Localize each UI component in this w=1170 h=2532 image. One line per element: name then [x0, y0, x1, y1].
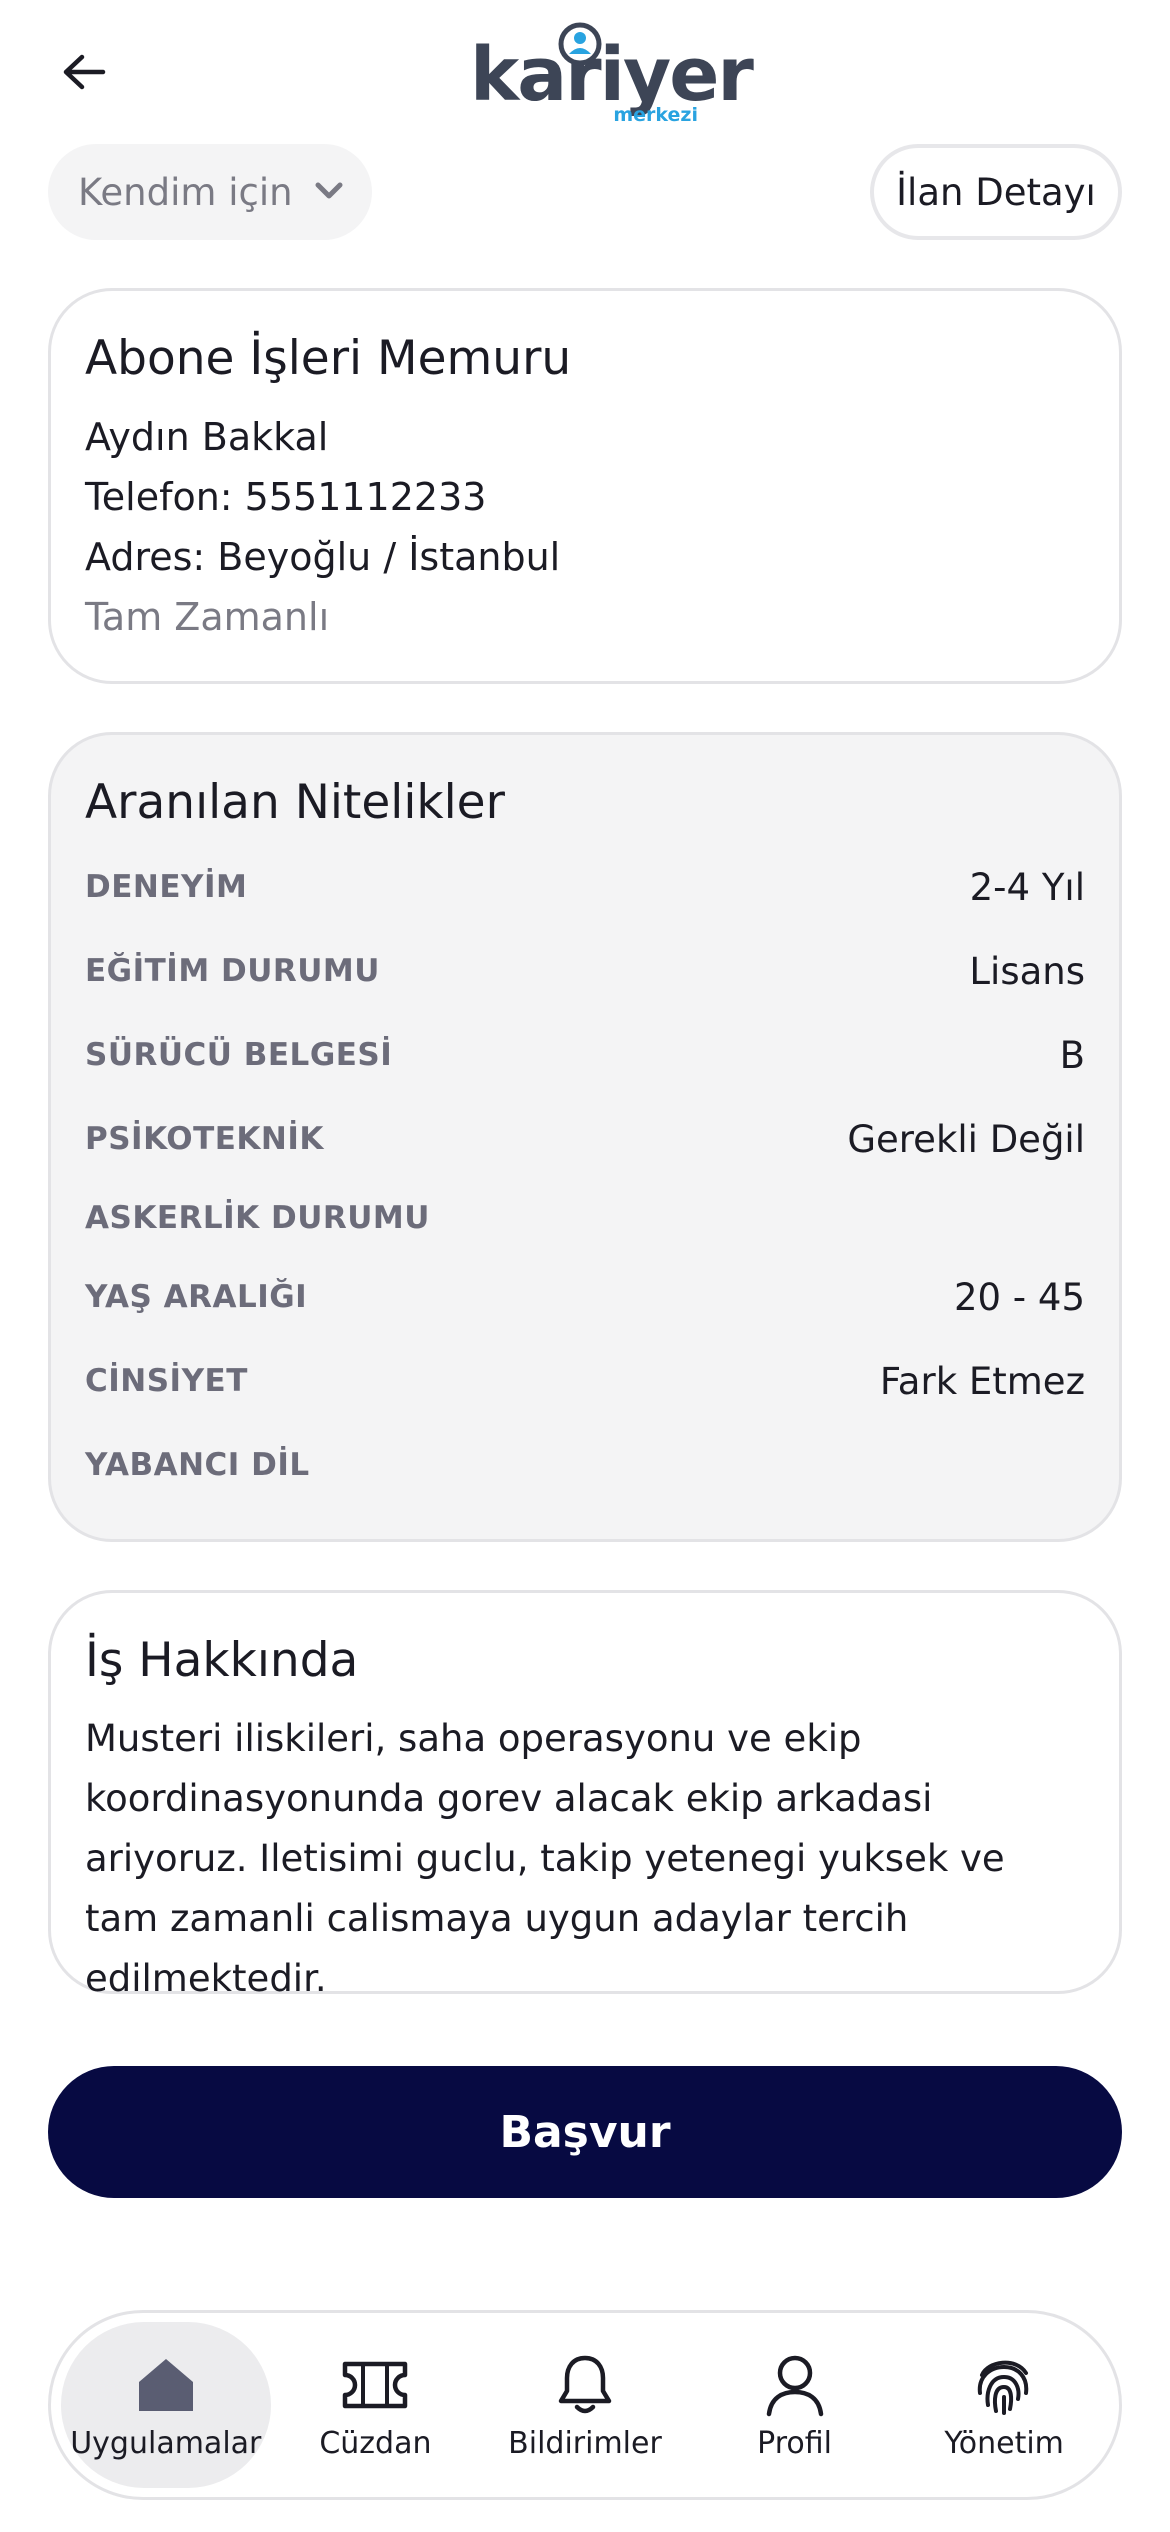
job-detail-button[interactable]: İlan Detayı — [870, 144, 1122, 240]
logo-person-icon — [558, 22, 602, 66]
employment-type: Tam Zamanlı — [85, 595, 330, 640]
requirements-title: Aranılan Nitelikler — [85, 775, 505, 830]
company-address: Adres: Beyoğlu / İstanbul — [85, 535, 561, 580]
user-icon — [766, 2355, 823, 2416]
nav-label: Yönetim — [944, 2425, 1064, 2461]
job-detail-screen: kariyer merkezi Kendim için İlan Detayı … — [0, 0, 1170, 2532]
requirement-row-age-range: YAŞ ARALIĞI 20 - 45 — [85, 1255, 1085, 1339]
ticket-icon — [343, 2361, 408, 2408]
nav-item-notifications[interactable]: Bildirimler — [480, 2322, 690, 2488]
requirement-label: DENEYİM — [85, 869, 248, 906]
requirement-value: 2-4 Yıl — [969, 865, 1085, 909]
nav-item-apps[interactable]: Uygulamalar — [61, 2322, 271, 2488]
about-description: Musteri iliskileri, saha operasyonu ve e… — [85, 1717, 1005, 2001]
requirement-row-education: EĞİTİM DURUMU Lisans — [85, 929, 1085, 1013]
logo-subtitle: merkezi — [613, 104, 698, 126]
requirement-value: Lisans — [969, 949, 1085, 993]
nav-item-profile[interactable]: Profil — [690, 2322, 900, 2488]
requirement-row-driving-license: SÜRÜCÜ BELGESİ B — [85, 1013, 1085, 1097]
arrow-left-icon — [63, 54, 106, 90]
logo-wordmark: kariyer — [470, 32, 754, 118]
requirement-value: Fark Etmez — [879, 1359, 1085, 1403]
requirement-value: Gerekli Değil — [847, 1117, 1085, 1161]
bottom-navigation: Uygulamalar Cüzdan Bildirimler Profil Yö… — [48, 2310, 1122, 2500]
company-phone: Telefon: 5551112233 — [85, 475, 487, 520]
requirement-label: PSİKOTEKNİK — [85, 1121, 324, 1158]
nav-label: Uygulamalar — [70, 2425, 262, 2461]
requirement-label: YABANCI DİL — [85, 1447, 310, 1484]
back-button[interactable] — [48, 36, 120, 108]
requirement-value: B — [1059, 1033, 1085, 1077]
nav-label: Cüzdan — [319, 2425, 432, 2461]
company-name: Aydın Bakkal — [85, 415, 329, 460]
audience-select[interactable]: Kendim için — [48, 144, 372, 240]
nav-label: Profil — [757, 2425, 832, 2461]
nav-label: Bildirimler — [508, 2425, 662, 2461]
bell-icon — [558, 2355, 612, 2413]
requirement-value: 20 - 45 — [953, 1275, 1085, 1319]
requirement-row-gender: CİNSİYET Fark Etmez — [85, 1339, 1085, 1423]
requirements-card: Aranılan Nitelikler DENEYİM 2-4 Yıl EĞİT… — [48, 732, 1122, 1542]
kariyer-logo: kariyer merkezi — [470, 18, 754, 128]
requirement-row-psychotechnic: PSİKOTEKNİK Gerekli Değil — [85, 1097, 1085, 1181]
requirement-row-experience: DENEYİM 2-4 Yıl — [85, 845, 1085, 929]
requirement-row-foreign-language: YABANCI DİL — [85, 1423, 1085, 1507]
about-job-card: İş Hakkında Musteri iliskileri, saha ope… — [48, 1590, 1122, 2000]
nav-item-management[interactable]: Yönetim — [899, 2322, 1109, 2488]
requirement-label: CİNSİYET — [85, 1363, 248, 1400]
fingerprint-icon — [978, 2360, 1029, 2415]
apply-button[interactable]: Başvur — [48, 2066, 1122, 2198]
requirement-label: SÜRÜCÜ BELGESİ — [85, 1037, 393, 1074]
nav-item-wallet[interactable]: Cüzdan — [271, 2322, 481, 2488]
job-summary-card: Abone İşleri Memuru Aydın Bakkal Telefon… — [48, 288, 1122, 684]
requirement-label: ASKERLİK DURUMU — [85, 1200, 430, 1237]
about-title: İş Hakkında — [85, 1633, 359, 1688]
chevron-down-icon — [315, 182, 343, 199]
requirement-label: EĞİTİM DURUMU — [85, 953, 380, 990]
requirement-row-military: ASKERLİK DURUMU — [85, 1181, 1085, 1255]
job-title: Abone İşleri Memuru — [85, 331, 572, 386]
requirement-label: YAŞ ARALIĞI — [85, 1279, 308, 1316]
audience-select-value: Kendim için — [78, 170, 293, 214]
home-icon — [138, 2358, 193, 2411]
